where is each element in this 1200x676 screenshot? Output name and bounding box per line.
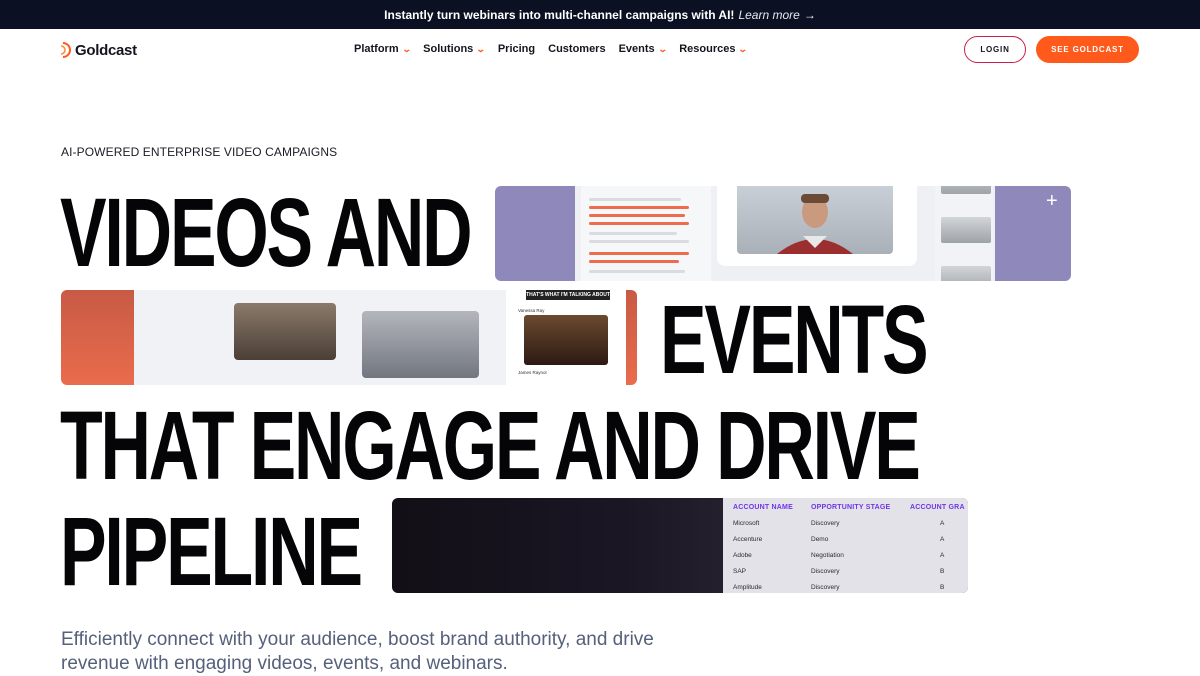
announcement-bar: Instantly turn webinars into multi-chann… — [0, 0, 1200, 29]
hero-headline-line4: PIPELINE — [60, 497, 363, 606]
plus-icon[interactable]: + — [1046, 191, 1058, 211]
nav-label: Customers — [548, 43, 606, 55]
table-cell: Microsoft — [733, 520, 760, 527]
text-line — [589, 252, 689, 255]
table-cell: Discovery — [811, 568, 840, 575]
nav-label: Events — [618, 43, 655, 55]
table-cell: Amplitude — [733, 584, 762, 591]
nav-label: Pricing — [497, 43, 536, 55]
table-header: OPPORTUNITY STAGE — [811, 504, 891, 511]
nav-item-resources[interactable]: Resources ⌄ — [679, 43, 749, 55]
arrow-right-icon[interactable]: → — [804, 8, 816, 22]
video-studio-preview: + — [495, 186, 1071, 281]
text-line — [589, 222, 689, 225]
table-header: ACCOUNT GRA — [910, 504, 965, 511]
top-navigation: Goldcast Platform ⌄ Solutions ⌄ Pricing … — [0, 29, 1200, 71]
table-cell: Accenture — [733, 536, 763, 543]
table-cell: B — [940, 584, 945, 591]
hero-headline-line3: THAT ENGAGE AND DRIVE — [60, 391, 921, 500]
transcript-lines — [581, 186, 711, 281]
thumbnail[interactable] — [941, 217, 991, 243]
main-menu: Platform ⌄ Solutions ⌄ Pricing Customers… — [354, 43, 749, 55]
main-video-frame — [717, 186, 917, 266]
nav-item-platform[interactable]: Platform ⌄ — [354, 43, 412, 55]
chevron-down-icon: ⌄ — [657, 43, 668, 54]
chat-user-2: James Raynor — [518, 370, 548, 375]
text-line — [589, 270, 685, 273]
brand-name: Goldcast — [75, 41, 137, 59]
table-cell: A — [940, 520, 945, 527]
table-cell: Negotiation — [811, 552, 844, 559]
chat-banner: THAT'S WHAT I'M TALKING ABOUT — [526, 290, 610, 300]
nav-item-pricing[interactable]: Pricing — [498, 43, 535, 55]
chevron-down-icon: ⌄ — [401, 43, 412, 54]
table-cell: Adobe — [733, 552, 752, 559]
speaker-video[interactable] — [737, 186, 893, 254]
stage-panel: THAT'S WHAT I'M TALKING ABOUT Vanessa Ra… — [134, 290, 626, 385]
chevron-down-icon: ⌄ — [738, 43, 749, 54]
table-cell: Demo — [811, 536, 829, 543]
learn-more-link[interactable]: Learn more — [738, 8, 799, 22]
hero-headline-line1: VIDEOS AND — [60, 178, 473, 287]
text-line — [589, 240, 689, 243]
goldcast-logo[interactable]: Goldcast — [60, 41, 137, 59]
login-button[interactable]: LOGIN — [964, 36, 1026, 63]
nav-label: Platform — [354, 43, 399, 55]
accounts-table: ACCOUNT NAME OPPORTUNITY STAGE ACCOUNT G… — [723, 498, 968, 593]
chat-panel: THAT'S WHAT I'M TALKING ABOUT Vanessa Ra… — [506, 290, 626, 385]
table-cell: SAP — [733, 568, 747, 575]
speaker-video-2[interactable] — [362, 311, 479, 378]
goldcast-logo-icon — [60, 41, 72, 59]
text-line — [589, 206, 689, 209]
hero-eyebrow: AI-POWERED ENTERPRISE VIDEO CAMPAIGNS — [61, 145, 338, 159]
studio-panel — [575, 186, 995, 281]
pipeline-table-preview: ACCOUNT NAME OPPORTUNITY STAGE ACCOUNT G… — [392, 498, 968, 593]
table-cell: A — [940, 536, 945, 543]
text-line — [589, 214, 685, 217]
announcement-text: Instantly turn webinars into multi-chann… — [384, 7, 735, 22]
nav-label: Resources — [679, 43, 736, 55]
chevron-down-icon: ⌄ — [476, 43, 486, 54]
table-cell: Discovery — [811, 584, 840, 591]
table-cell: Discovery — [811, 520, 840, 527]
speaker-video-1[interactable] — [234, 303, 336, 360]
chat-gif — [524, 315, 608, 365]
text-line — [589, 198, 681, 201]
nav-item-solutions[interactable]: Solutions ⌄ — [423, 43, 486, 55]
see-goldcast-button[interactable]: SEE GOLDCAST — [1036, 36, 1139, 63]
speaker-thumbnails — [935, 186, 993, 281]
text-line — [589, 232, 677, 235]
table-cell: A — [940, 552, 945, 559]
thumbnail[interactable] — [941, 186, 991, 194]
nav-label: Solutions — [423, 43, 474, 55]
chat-user-1: Vanessa Ray — [518, 308, 545, 313]
nav-item-customers[interactable]: Customers — [548, 43, 605, 55]
hero-headline-line2: EVENTS — [660, 285, 929, 394]
text-line — [589, 260, 679, 263]
table-cell: B — [940, 568, 945, 575]
thumbnail[interactable] — [941, 266, 991, 281]
event-stage-preview: THAT'S WHAT I'M TALKING ABOUT Vanessa Ra… — [61, 290, 637, 385]
plus-icon[interactable]: + — [612, 294, 624, 314]
table-header: ACCOUNT NAME — [733, 504, 793, 511]
hero-subtitle: Efficiently connect with your audience, … — [61, 629, 654, 674]
nav-item-events[interactable]: Events ⌄ — [618, 43, 668, 55]
